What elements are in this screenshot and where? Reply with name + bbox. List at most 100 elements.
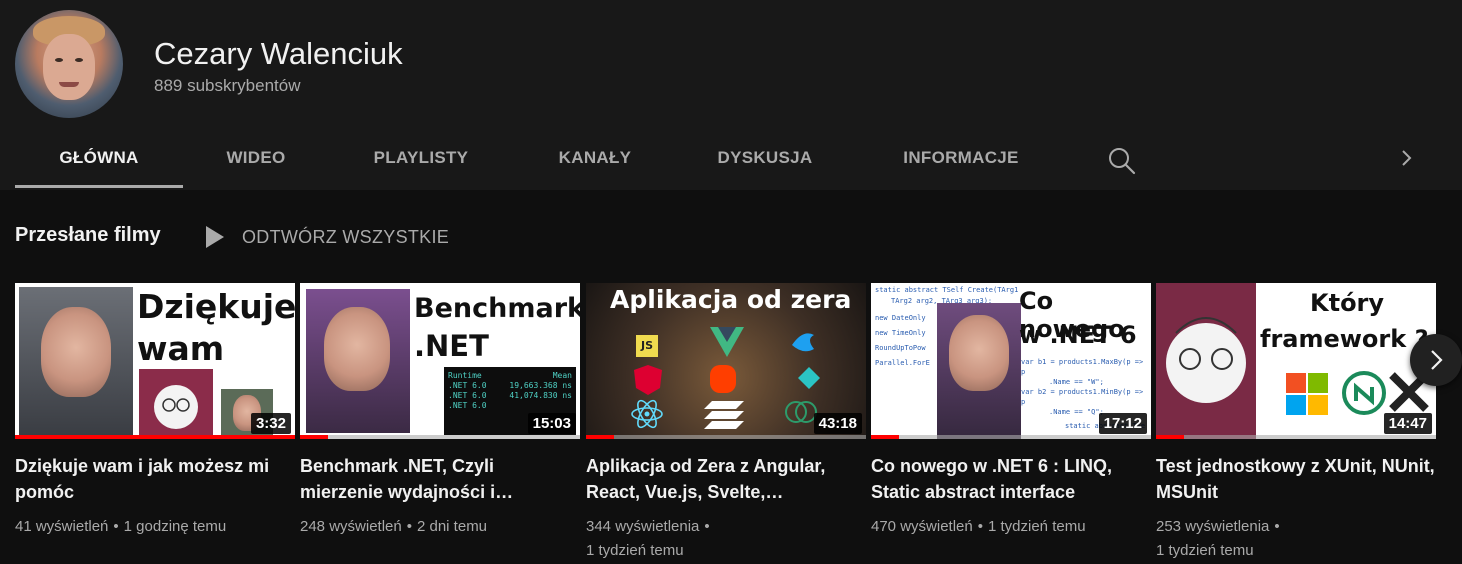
watch-progress	[586, 435, 866, 439]
video-meta: 470 wyświetleń • 1 tydzień temu	[871, 518, 1086, 535]
channel-avatar[interactable]	[15, 10, 123, 118]
thumb-photo	[937, 303, 1021, 439]
upload-age: 1 tydzień temu	[1156, 542, 1254, 559]
thumb-caption: Dziękuje	[137, 287, 295, 326]
tab-glowna[interactable]: GŁÓWNA	[15, 128, 183, 188]
view-count: 253 wyświetlenia	[1156, 518, 1270, 535]
video-thumbnail[interactable]: Benchmark .NET Runtime Mean .NET 6.0 19,66…	[300, 283, 580, 439]
angular-logo-icon	[634, 365, 662, 400]
view-count: 248 wyświetleń	[300, 518, 402, 535]
watch-progress-fill	[871, 435, 899, 439]
thumb-table-text: Runtime	[448, 371, 482, 380]
video-title[interactable]: Dziękuje wam i jak możesz mi pomóc	[15, 453, 295, 505]
thumb-caption: Który	[1310, 289, 1385, 317]
microsoft-logo-icon	[1286, 373, 1328, 420]
thumb-photo	[306, 289, 410, 433]
view-count: 344 wyświetlenia	[586, 518, 700, 535]
video-title[interactable]: Test jednostkowy z XUnit, NUnit, MSUnit	[1156, 453, 1436, 505]
video-title[interactable]: Co nowego w .NET 6 : LINQ, Static abstra…	[871, 453, 1151, 505]
video-meta: 41 wyświetleń • 1 godzinę temu	[15, 518, 227, 535]
thumb-code-line: var b1 = products1.MaxBy(p => p	[1021, 358, 1144, 376]
view-count: 41 wyświetleń	[15, 518, 109, 535]
thumb-person	[949, 315, 1009, 391]
thumb-code-line: var b2 = products1.MinBy(p => p	[1021, 388, 1144, 406]
stencil-logo-icon	[704, 401, 744, 434]
nunit-logo-icon	[1342, 371, 1386, 420]
chevron-right-icon[interactable]	[1395, 146, 1419, 170]
thumb-caption: .NET	[414, 329, 489, 363]
watch-progress-fill	[1156, 435, 1184, 439]
thumb-person	[324, 307, 390, 391]
video-card: Który framework ? 14:47 Test jednostkowy…	[1156, 283, 1436, 563]
tab-wideo[interactable]: WIDEO	[211, 128, 301, 188]
react-logo-icon	[630, 399, 664, 434]
thumb-person	[41, 307, 111, 397]
channel-tabs: GŁÓWNA WIDEO PLAYLISTY KANAŁY DYSKUSJA I…	[15, 128, 1445, 188]
channel-header: Cezary Walenciuk 889 subskrybentów GŁÓWN…	[0, 0, 1462, 190]
carousel-next-button[interactable]	[1410, 334, 1462, 386]
video-duration: 14:47	[1383, 413, 1432, 434]
channel-name: Cezary Walenciuk	[154, 36, 403, 71]
vue-logo-icon	[710, 327, 744, 362]
video-card: Benchmark .NET Runtime Mean .NET 6.0 19,66…	[300, 283, 580, 539]
thumb-caption: Benchmark	[414, 293, 580, 324]
tab-informacje[interactable]: INFORMACJE	[883, 128, 1039, 188]
video-title[interactable]: Benchmark .NET, Czyli mierzenie wydajnoś…	[300, 453, 580, 505]
thumb-caption: w .NET 6	[1019, 321, 1137, 349]
video-duration: 17:12	[1098, 413, 1147, 434]
video-card: static abstract TSelf Create(TArg1 TArg2…	[871, 283, 1151, 539]
video-duration: 15:03	[527, 413, 576, 434]
thumb-caption: Aplikacja od zera	[610, 285, 852, 314]
video-duration: 43:18	[813, 413, 862, 434]
thumb-table-text: 41,074.830 ns	[509, 391, 572, 400]
video-thumbnail[interactable]: Aplikacja od zera JS 43:18	[586, 283, 866, 439]
video-meta: 253 wyświetlenia • 1 tydzień temu	[1156, 518, 1280, 559]
video-meta: 248 wyświetleń • 2 dni temu	[300, 518, 488, 535]
thumb-sketch-panel	[139, 369, 213, 439]
diamond-logo-icon	[798, 367, 820, 394]
video-thumbnail[interactable]: Który framework ? 14:47	[1156, 283, 1436, 439]
avatar-face	[43, 34, 95, 100]
tab-playlisty[interactable]: PLAYLISTY	[355, 128, 487, 188]
tab-kanaly[interactable]: KANAŁY	[540, 128, 650, 188]
thumb-table-text: Mean	[552, 371, 572, 380]
thumb-table-text: .NET 6.0	[448, 401, 487, 410]
watch-progress-fill	[15, 435, 295, 439]
section-title: Przesłane filmy	[15, 224, 161, 246]
play-all-button[interactable]: ODTWÓRZ WSZYSTKIE	[200, 222, 449, 252]
watch-progress	[300, 435, 580, 439]
avatar-eye-left	[55, 58, 63, 62]
view-count: 470 wyświetleń	[871, 518, 973, 535]
play-all-label: ODTWÓRZ WSZYSTKIE	[242, 226, 450, 247]
thumb-code-line: static abstract TSelf Create(TArg1	[875, 286, 1019, 294]
avatar-eye-right	[75, 58, 83, 62]
upload-age: 1 godzinę temu	[123, 518, 227, 535]
watch-progress	[15, 435, 295, 439]
chevron-right-icon	[1431, 350, 1443, 370]
video-duration: 3:32	[250, 413, 291, 434]
svelte-alt-logo-icon	[788, 327, 818, 362]
watch-progress-fill	[586, 435, 614, 439]
thumb-table-text: .NET 6.0	[448, 391, 487, 400]
play-icon	[206, 226, 224, 248]
thumb-table-text: 19,663.368 ns	[509, 381, 572, 390]
thumb-caption: framework ?	[1260, 325, 1429, 353]
thumb-photo	[19, 287, 133, 435]
upload-age: 1 tydzień temu	[987, 518, 1086, 535]
watch-progress	[871, 435, 1151, 439]
watch-progress	[1156, 435, 1436, 439]
circles-logo-icon	[784, 397, 818, 432]
video-card: Dziękuje wam 3:32 Dziękuje wam i jak moż…	[15, 283, 295, 539]
thumb-code-line: .Name == "W";	[1049, 378, 1104, 386]
upload-age: 2 dni temu	[416, 518, 488, 535]
tab-dyskusja[interactable]: DYSKUSJA	[703, 128, 827, 188]
video-meta: 344 wyświetlenia • 1 tydzień temu	[586, 518, 710, 559]
avatar-mouth	[59, 82, 79, 87]
video-thumbnail[interactable]: Dziękuje wam 3:32	[15, 283, 295, 439]
thumb-sketch-panel	[1156, 283, 1256, 439]
video-thumbnail[interactable]: static abstract TSelf Create(TArg1 TArg2…	[871, 283, 1151, 439]
search-icon[interactable]	[1107, 146, 1137, 176]
video-card: Aplikacja od zera JS 43:18 Aplikacja od …	[586, 283, 866, 563]
watch-progress-fill	[300, 435, 328, 439]
video-title[interactable]: Aplikacja od Zera z Angular, React, Vue.…	[586, 453, 866, 505]
